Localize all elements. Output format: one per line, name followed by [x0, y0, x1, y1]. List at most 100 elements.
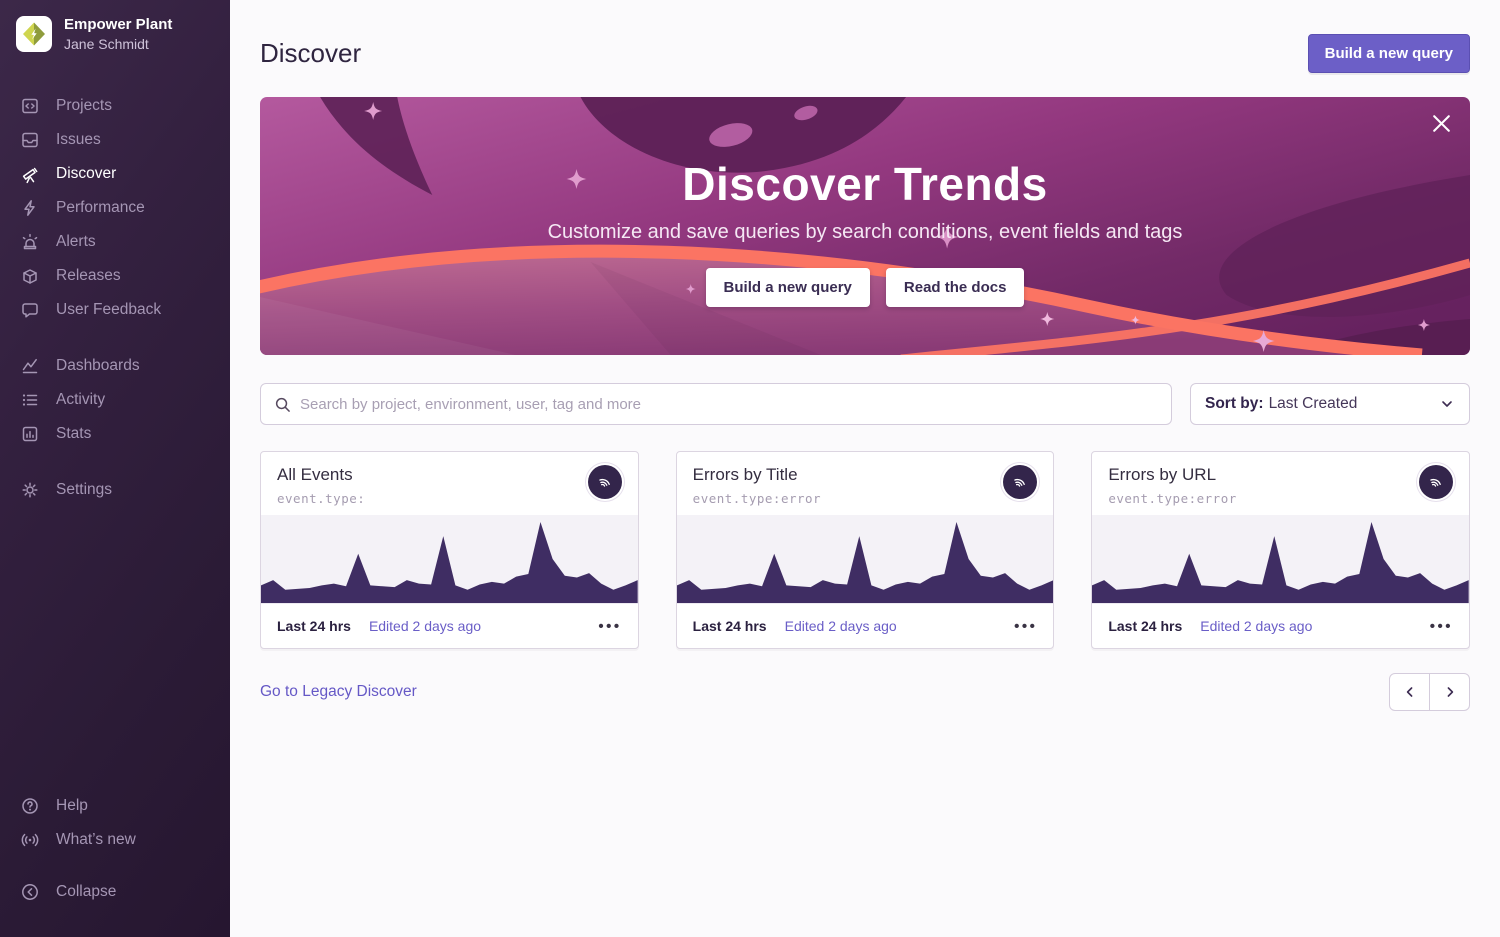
sidebar-item-label: Releases	[56, 267, 121, 285]
pagination	[1389, 673, 1470, 711]
help-icon	[20, 796, 40, 816]
sentry-logo-icon	[1427, 473, 1445, 491]
collapse-icon	[20, 882, 40, 902]
issues-icon	[20, 130, 40, 150]
sentry-logo-icon	[596, 473, 614, 491]
sidebar-item-help[interactable]: Help	[0, 789, 230, 823]
query-card-sparkline	[677, 515, 1054, 603]
query-card-edited-link[interactable]: Edited 2 days ago	[1200, 618, 1312, 634]
gear-icon	[20, 480, 40, 500]
chevron-down-icon	[1439, 396, 1455, 412]
sidebar-footer: Help What’s new Collapse	[0, 789, 230, 937]
sidebar-item-label: Issues	[56, 131, 101, 149]
sidebar-item-alerts[interactable]: Alerts	[0, 225, 230, 259]
chevron-right-icon	[1442, 684, 1458, 700]
query-card-context-menu-button[interactable]: •••	[1430, 615, 1453, 638]
sidebar-item-label: Dashboards	[56, 357, 140, 375]
chevron-left-icon	[1402, 684, 1418, 700]
query-card-period: Last 24 hrs	[1108, 618, 1182, 634]
banner-title: Discover Trends	[682, 157, 1047, 211]
sidebar-item-label: Performance	[56, 199, 145, 217]
sidebar-item-label: Projects	[56, 97, 112, 115]
query-card-edited-link[interactable]: Edited 2 days ago	[369, 618, 481, 634]
sidebar-item-label: Settings	[56, 481, 112, 499]
sidebar-item-discover[interactable]: Discover	[0, 157, 230, 191]
org-name: Empower Plant	[64, 16, 172, 35]
list-icon	[20, 390, 40, 410]
banner-read-docs-button[interactable]: Read the docs	[886, 268, 1025, 307]
sentry-avatar	[1003, 465, 1037, 499]
query-card-edited-link[interactable]: Edited 2 days ago	[785, 618, 897, 634]
sidebar-item-label: Help	[56, 797, 88, 815]
sidebar-item-settings[interactable]: Settings	[0, 473, 230, 507]
sidebar-item-stats[interactable]: Stats	[0, 417, 230, 451]
org-avatar	[16, 16, 52, 52]
pagination-prev-button[interactable]	[1389, 673, 1430, 711]
query-card-period: Last 24 hrs	[693, 618, 767, 634]
discover-trends-banner: Discover Trends Customize and save queri…	[260, 97, 1470, 355]
query-card-context-menu-button[interactable]: •••	[1014, 615, 1037, 638]
sidebar-item-label: What’s new	[56, 831, 136, 849]
sidebar-item-label: Activity	[56, 391, 105, 409]
sidebar-item-issues[interactable]: Issues	[0, 123, 230, 157]
query-card-title: Errors by URL	[1108, 465, 1236, 485]
query-card-title: Errors by Title	[693, 465, 821, 485]
broadcast-icon	[20, 830, 40, 850]
query-card-errors-by-url[interactable]: Errors by URL event.type:error Last 24 h…	[1091, 451, 1470, 649]
sort-label: Sort by:	[1205, 395, 1264, 412]
projects-icon	[20, 96, 40, 116]
box-icon	[20, 266, 40, 286]
sidebar-item-releases[interactable]: Releases	[0, 259, 230, 293]
sort-dropdown[interactable]: Sort by: Last Created	[1190, 383, 1470, 425]
sidebar-item-label: Discover	[56, 165, 116, 183]
sentry-avatar	[1419, 465, 1453, 499]
search-input[interactable]	[300, 396, 1158, 413]
telescope-icon	[20, 164, 40, 184]
main-content: Discover Build a new query	[230, 0, 1500, 937]
siren-icon	[20, 232, 40, 252]
sidebar-collapse-button[interactable]: Collapse	[0, 875, 230, 909]
search-icon	[274, 396, 291, 413]
sentry-logo-icon	[1011, 473, 1029, 491]
sidebar-item-user-feedback[interactable]: User Feedback	[0, 293, 230, 327]
org-switcher[interactable]: Empower Plant Jane Schmidt	[0, 0, 230, 63]
sort-value: Last Created	[1269, 395, 1358, 412]
query-card-sparkline	[261, 515, 638, 603]
banner-subtitle: Customize and save queries by search con…	[548, 221, 1183, 244]
sidebar-item-label: Stats	[56, 425, 91, 443]
query-card-query: event.type:error	[693, 491, 821, 506]
query-card-sparkline	[1092, 515, 1469, 603]
saved-queries-grid: All Events event.type: Last 24 hrs Edite…	[260, 451, 1470, 649]
query-card-all-events[interactable]: All Events event.type: Last 24 hrs Edite…	[260, 451, 639, 649]
user-name: Jane Schmidt	[64, 35, 172, 53]
sidebar-item-performance[interactable]: Performance	[0, 191, 230, 225]
sidebar: Empower Plant Jane Schmidt Projects Issu…	[0, 0, 230, 937]
search-box	[260, 383, 1172, 425]
line-chart-icon	[20, 356, 40, 376]
sidebar-item-whats-new[interactable]: What’s new	[0, 823, 230, 857]
query-card-context-menu-button[interactable]: •••	[598, 615, 621, 638]
build-new-query-button[interactable]: Build a new query	[1308, 34, 1470, 73]
query-card-title: All Events	[277, 465, 365, 485]
sidebar-item-label: Alerts	[56, 233, 96, 251]
query-card-period: Last 24 hrs	[277, 618, 351, 634]
sidebar-item-activity[interactable]: Activity	[0, 383, 230, 417]
sidebar-item-dashboards[interactable]: Dashboards	[0, 349, 230, 383]
query-card-query: event.type:error	[1108, 491, 1236, 506]
speech-bubble-icon	[20, 300, 40, 320]
page-title: Discover	[260, 38, 361, 69]
close-icon	[1433, 115, 1450, 132]
legacy-discover-link[interactable]: Go to Legacy Discover	[260, 683, 417, 701]
sidebar-nav: Projects Issues Discover Performance Ale…	[0, 89, 230, 507]
query-card-query: event.type:	[277, 491, 365, 506]
sidebar-item-label: Collapse	[56, 883, 116, 901]
bar-chart-icon	[20, 424, 40, 444]
query-card-errors-by-title[interactable]: Errors by Title event.type:error Last 24…	[676, 451, 1055, 649]
sidebar-item-label: User Feedback	[56, 301, 161, 319]
sidebar-item-projects[interactable]: Projects	[0, 89, 230, 123]
sentry-avatar	[588, 465, 622, 499]
banner-close-button[interactable]	[1429, 111, 1454, 136]
lightning-icon	[20, 198, 40, 218]
pagination-next-button[interactable]	[1429, 673, 1470, 711]
banner-build-query-button[interactable]: Build a new query	[706, 268, 870, 307]
